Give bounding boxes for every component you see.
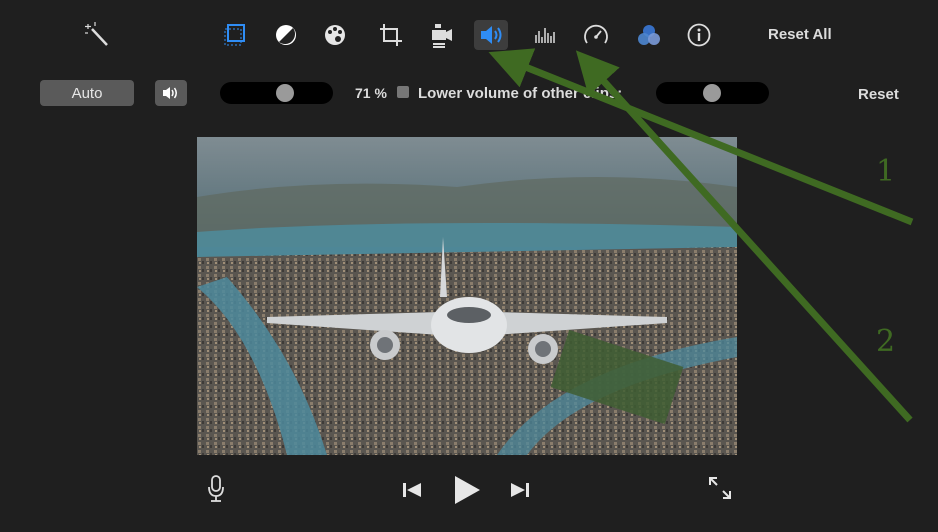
frame-tool-button[interactable]	[218, 20, 252, 50]
reset-all-button[interactable]: Reset All	[768, 26, 832, 43]
annotation-label-1: 1	[876, 154, 896, 189]
volume-slider-knob[interactable]	[276, 84, 294, 102]
equalizer-button[interactable]	[528, 20, 562, 50]
skip-back-button[interactable]	[400, 478, 424, 502]
skip-forward-button[interactable]	[508, 478, 532, 502]
magic-wand-icon	[85, 22, 108, 46]
lower-volume-slider-knob[interactable]	[703, 84, 721, 102]
lower-volume-checkbox[interactable]	[397, 86, 409, 98]
crop-icon	[380, 24, 402, 46]
expand-icon	[709, 477, 731, 499]
speedometer-icon	[584, 24, 608, 44]
info-icon	[687, 23, 711, 47]
volume-percent: 71 %	[355, 85, 387, 101]
equalizer-icon	[535, 28, 555, 43]
color-correction-button[interactable]	[269, 20, 303, 50]
play-button[interactable]	[450, 472, 484, 508]
palette-icon	[325, 25, 345, 45]
volume-controls-row: Auto 71 % Lower volume of other clips: R…	[0, 78, 938, 112]
lower-volume-slider[interactable]	[656, 82, 769, 104]
stabilization-button[interactable]	[425, 20, 459, 50]
video-frame-image	[197, 137, 737, 455]
half-circle-icon	[276, 25, 296, 45]
crop-button[interactable]	[374, 20, 408, 50]
auto-button[interactable]: Auto	[40, 80, 134, 106]
info-button[interactable]	[682, 20, 716, 50]
filter-button[interactable]	[632, 20, 666, 50]
reset-button[interactable]: Reset	[858, 86, 899, 103]
magic-wand-button[interactable]	[80, 20, 114, 50]
skip-forward-icon	[511, 483, 529, 497]
fullscreen-button[interactable]	[706, 474, 734, 502]
volume-button[interactable]	[474, 20, 508, 50]
video-preview	[197, 137, 737, 455]
frame-icon	[224, 24, 245, 46]
play-icon	[455, 476, 480, 504]
mute-button[interactable]	[155, 80, 187, 106]
color-circles-icon	[638, 25, 660, 45]
speed-button[interactable]	[579, 20, 613, 50]
camera-icon	[432, 24, 452, 48]
skip-back-icon	[403, 483, 421, 497]
volume-slider[interactable]	[220, 82, 333, 104]
lower-volume-label: Lower volume of other clips:	[418, 85, 623, 102]
playback-controls	[0, 468, 938, 518]
annotation-label-2: 2	[876, 324, 896, 359]
adjustments-toolbar: Reset All	[0, 0, 938, 70]
microphone-icon	[208, 475, 224, 502]
speaker-icon	[481, 26, 502, 44]
palette-button[interactable]	[318, 20, 352, 50]
speaker-icon	[163, 87, 177, 99]
voiceover-button[interactable]	[204, 472, 228, 506]
